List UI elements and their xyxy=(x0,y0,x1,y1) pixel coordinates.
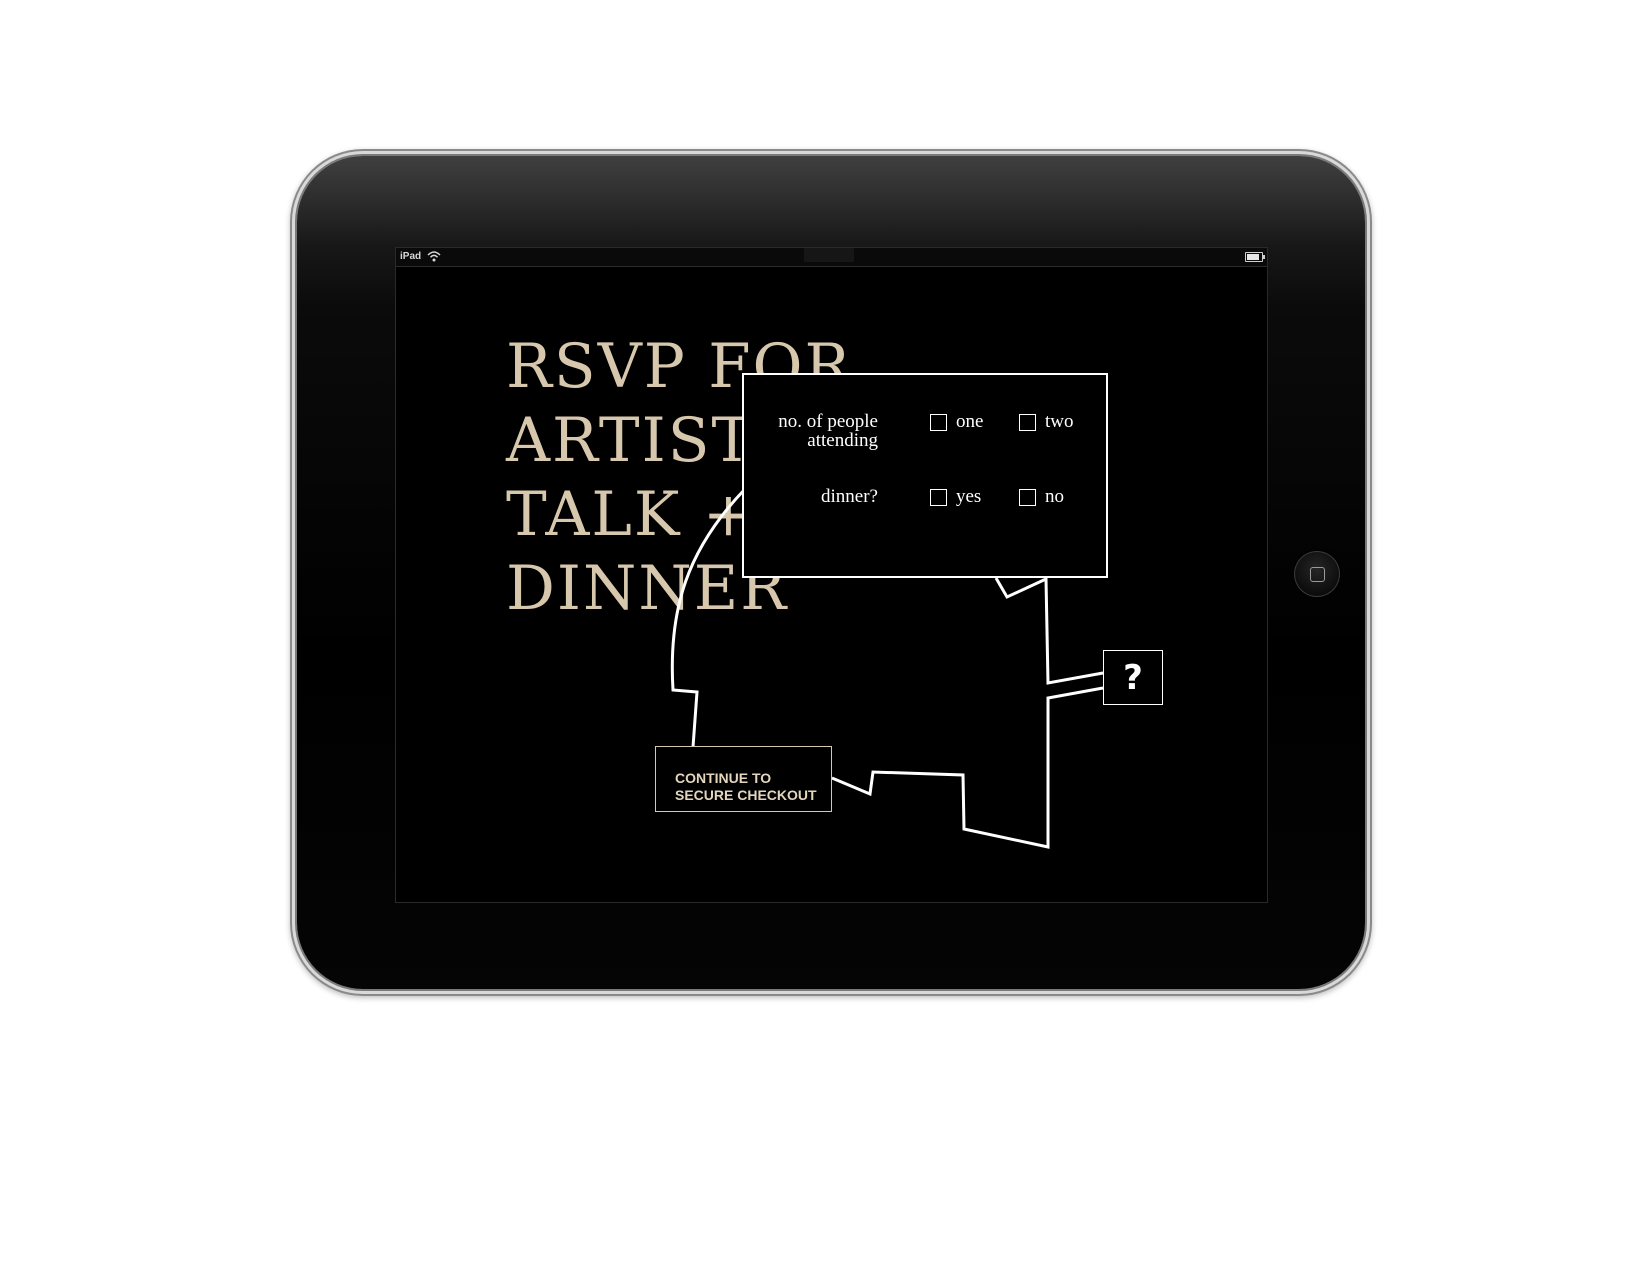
checkbox-one[interactable] xyxy=(930,413,947,431)
home-square-icon xyxy=(1309,566,1325,582)
checkbox-yes[interactable] xyxy=(930,488,947,506)
option-label: no xyxy=(1045,486,1064,507)
checkout-label-line2: SECURE CHECKOUT xyxy=(675,787,817,803)
ipad-screen: iPad RSVP FOR ARTIST TALK + DINNER no. o… xyxy=(396,248,1267,902)
dinner-option-no[interactable]: no xyxy=(1019,486,1064,508)
carrier-label: iPad xyxy=(400,251,422,262)
rsvp-options-panel: no. of people attending one two dinner? … xyxy=(742,373,1108,578)
attendees-label-line1: no. of people xyxy=(778,411,878,432)
wifi-icon xyxy=(427,251,441,262)
checkbox-two[interactable] xyxy=(1019,413,1036,431)
option-label: one xyxy=(956,411,984,432)
attendees-option-one[interactable]: one xyxy=(930,411,983,433)
option-label: yes xyxy=(956,486,982,507)
status-bar: iPad xyxy=(396,248,1267,267)
attendees-label-line2: attending xyxy=(807,430,878,451)
option-label: two xyxy=(1045,411,1074,432)
checkbox-no[interactable] xyxy=(1019,488,1036,506)
question-mark-icon: ? xyxy=(1123,657,1143,698)
checkout-label-line1: CONTINUE TO xyxy=(675,770,772,786)
attendees-option-two[interactable]: two xyxy=(1019,411,1074,433)
dinner-label: dinner? xyxy=(821,486,878,507)
continue-to-checkout-button[interactable]: CONTINUE TO SECURE CHECKOUT xyxy=(655,746,832,812)
status-bar-notch xyxy=(804,248,854,262)
attendees-label: no. of people attending xyxy=(778,412,878,450)
help-button[interactable]: ? xyxy=(1103,650,1163,705)
page-background: iPad RSVP FOR ARTIST TALK + DINNER no. o… xyxy=(0,0,1650,1275)
dinner-option-yes[interactable]: yes xyxy=(930,486,981,508)
home-button-icon[interactable] xyxy=(1294,551,1340,597)
battery-icon xyxy=(1245,252,1265,262)
